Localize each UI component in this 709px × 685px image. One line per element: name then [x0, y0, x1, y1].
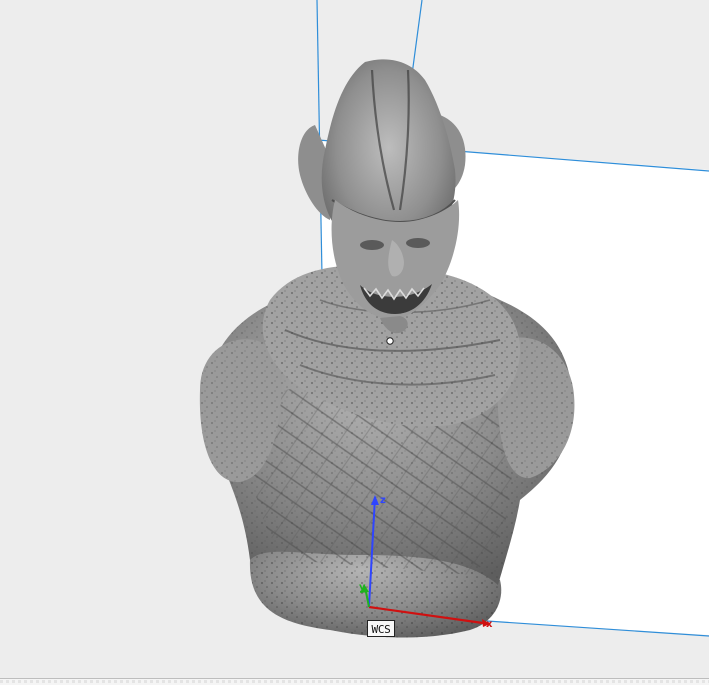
bottom-scrollbar[interactable]: [0, 678, 709, 685]
wcs-label: WCS: [367, 620, 395, 637]
scrollbar-track: [0, 680, 709, 683]
z-axis-label: z: [380, 495, 386, 506]
scene[interactable]: [0, 0, 709, 685]
left-eye: [360, 240, 384, 250]
3d-viewport[interactable]: z x y WCS: [0, 0, 709, 685]
x-axis-label: x: [486, 619, 493, 630]
y-axis-label: y: [359, 582, 366, 593]
pivot-point: [386, 337, 394, 345]
right-eye: [406, 238, 430, 248]
